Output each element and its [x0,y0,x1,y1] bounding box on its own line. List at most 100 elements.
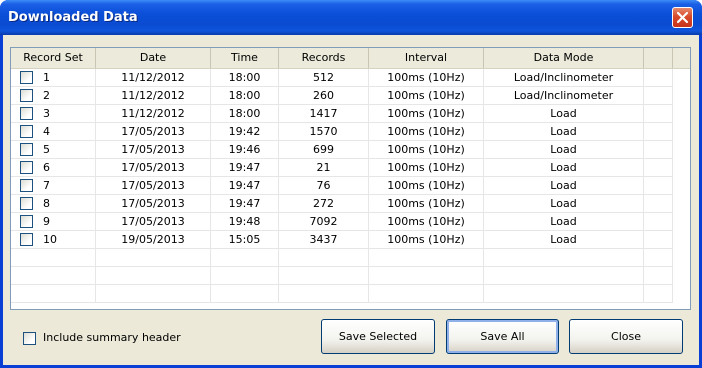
empty-row [11,267,690,285]
close-button[interactable]: Close [569,319,683,354]
cell-interval: 100ms (10Hz) [369,87,484,105]
cell-spacer [644,267,673,285]
window-title: Downloaded Data [8,10,138,25]
cell-record-set: 9 [11,213,96,231]
table-row[interactable]: 9 17/05/2013 19:48 7092 100ms (10Hz) Load [11,213,690,231]
cell-time [211,285,279,303]
cell-interval: 100ms (10Hz) [369,105,484,123]
cell-interval: 100ms (10Hz) [369,213,484,231]
cell-record-set [11,249,96,267]
column-header-interval[interactable]: Interval [369,48,484,68]
cell-date [96,267,211,285]
cell-date: 17/05/2013 [96,123,211,141]
cell-interval [369,285,484,303]
cell-data-mode: Load [484,195,644,213]
cell-data-mode [484,249,644,267]
cell-spacer [644,105,673,123]
cell-date: 17/05/2013 [96,195,211,213]
cell-records: 699 [279,141,369,159]
cell-record-set: 8 [11,195,96,213]
cell-spacer [644,213,673,231]
cell-data-mode: Load/Inclinometer [484,87,644,105]
row-checkbox[interactable] [20,233,33,246]
cell-data-mode: Load [484,105,644,123]
close-icon [676,11,689,24]
column-header-time[interactable]: Time [211,48,279,68]
table-row[interactable]: 3 11/12/2012 18:00 1417 100ms (10Hz) Load [11,105,690,123]
row-checkbox[interactable] [20,71,33,84]
row-checkbox[interactable] [20,107,33,120]
cell-records [279,267,369,285]
cell-record-set: 1 [11,69,96,87]
cell-data-mode [484,267,644,285]
cell-time: 19:46 [211,141,279,159]
row-checkbox[interactable] [20,143,33,156]
cell-data-mode: Load [484,141,644,159]
save-selected-button[interactable]: Save Selected [321,319,435,354]
cell-interval [369,267,484,285]
table-row[interactable]: 10 19/05/2013 15:05 3437 100ms (10Hz) Load [11,231,690,249]
cell-spacer [644,159,673,177]
cell-records: 3437 [279,231,369,249]
cell-time: 18:00 [211,87,279,105]
include-summary-checkbox[interactable] [23,332,36,345]
title-bar[interactable]: Downloaded Data [0,0,702,35]
cell-records [279,285,369,303]
column-header-data-mode[interactable]: Data Mode [484,48,644,68]
cell-records: 1417 [279,105,369,123]
cell-spacer [644,231,673,249]
row-checkbox[interactable] [20,215,33,228]
cell-date [96,285,211,303]
table-row[interactable]: 4 17/05/2013 19:42 1570 100ms (10Hz) Load [11,123,690,141]
table-row[interactable]: 8 17/05/2013 19:47 272 100ms (10Hz) Load [11,195,690,213]
cell-records: 260 [279,87,369,105]
cell-interval: 100ms (10Hz) [369,231,484,249]
cell-record-set: 5 [11,141,96,159]
cell-interval: 100ms (10Hz) [369,141,484,159]
column-header-records[interactable]: Records [279,48,369,68]
cell-date: 17/05/2013 [96,159,211,177]
table-row[interactable]: 5 17/05/2013 19:46 699 100ms (10Hz) Load [11,141,690,159]
cell-interval: 100ms (10Hz) [369,69,484,87]
cell-record-set [11,285,96,303]
row-checkbox[interactable] [20,161,33,174]
cell-spacer [644,141,673,159]
cell-time: 19:42 [211,123,279,141]
column-header-record-set[interactable]: Record Set [11,48,96,68]
cell-record-set: 4 [11,123,96,141]
cell-time: 19:47 [211,195,279,213]
cell-time: 19:47 [211,159,279,177]
cell-interval: 100ms (10Hz) [369,123,484,141]
column-header-date[interactable]: Date [96,48,211,68]
close-window-button[interactable] [672,7,693,28]
cell-spacer [644,195,673,213]
cell-records: 7092 [279,213,369,231]
row-checkbox[interactable] [20,125,33,138]
include-summary-label: Include summary header [43,331,181,344]
cell-records: 76 [279,177,369,195]
table-row[interactable]: 1 11/12/2012 18:00 512 100ms (10Hz) Load/Incl… [11,69,690,87]
save-all-button[interactable]: Save All [446,319,559,354]
dialog-body: Record Set Date Time Records Interval Data Mo… [3,35,699,365]
cell-data-mode: Load [484,123,644,141]
cell-time: 15:05 [211,231,279,249]
records-table[interactable]: Record Set Date Time Records Interval Data Mo… [10,47,691,310]
cell-data-mode: Load [484,177,644,195]
row-checkbox[interactable] [20,197,33,210]
cell-spacer [644,177,673,195]
row-checkbox[interactable] [20,179,33,192]
cell-data-mode: Load [484,213,644,231]
table-row[interactable]: 7 17/05/2013 19:47 76 100ms (10Hz) Load [11,177,690,195]
cell-time: 18:00 [211,69,279,87]
table-row[interactable]: 6 17/05/2013 19:47 21 100ms (10Hz) Load [11,159,690,177]
cell-spacer [644,69,673,87]
cell-data-mode: Load/Inclinometer [484,69,644,87]
cell-date: 11/12/2012 [96,87,211,105]
cell-interval: 100ms (10Hz) [369,159,484,177]
cell-record-set: 7 [11,177,96,195]
cell-records: 1570 [279,123,369,141]
empty-row [11,249,690,267]
table-row[interactable]: 2 11/12/2012 18:00 260 100ms (10Hz) Load/Incl… [11,87,690,105]
row-checkbox[interactable] [20,89,33,102]
cell-time: 18:00 [211,105,279,123]
